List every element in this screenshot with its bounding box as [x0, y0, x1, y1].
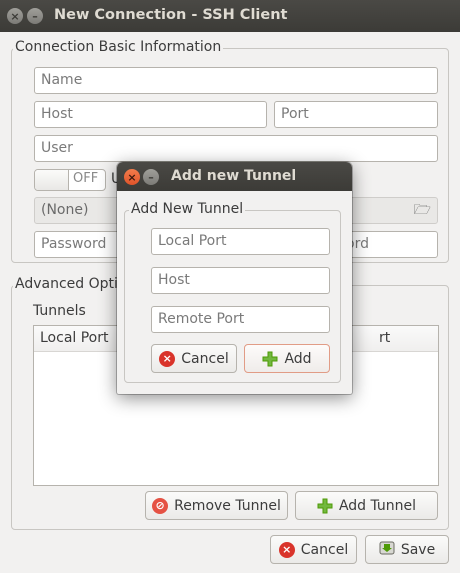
dialog-title: Add new Tunnel: [171, 168, 297, 184]
basic-info-label: Connection Basic Information: [13, 39, 224, 55]
save-button[interactable]: Save: [365, 535, 449, 564]
toggle-state-label: OFF: [73, 171, 99, 186]
name-input[interactable]: Name: [34, 67, 438, 94]
window-title: New Connection - SSH Client: [54, 7, 288, 23]
plus-icon: [317, 498, 333, 514]
window-close-button[interactable]: ×: [7, 8, 23, 24]
close-icon: ×: [10, 9, 20, 23]
dialog-close-button[interactable]: ×: [124, 169, 140, 185]
add-tunnel-label: Add Tunnel: [338, 497, 417, 514]
dialog-add-button[interactable]: Add: [244, 344, 330, 373]
host-input[interactable]: Host: [34, 101, 267, 128]
dialog-cancel-button[interactable]: × Cancel: [151, 344, 237, 373]
column-header-local-port[interactable]: Local Port: [40, 330, 109, 346]
cancel-button[interactable]: × Cancel: [270, 535, 357, 564]
dialog-host-input[interactable]: Host: [151, 267, 330, 294]
auth-toggle[interactable]: OFF: [34, 169, 106, 191]
tunnels-label: Tunnels: [33, 303, 86, 319]
key-file-value: (None): [41, 202, 89, 218]
add-tunnel-button[interactable]: Add Tunnel: [295, 491, 438, 520]
minimize-icon: –: [32, 9, 38, 23]
save-icon: [379, 540, 395, 560]
port-input[interactable]: Port: [274, 101, 438, 128]
window-minimize-button[interactable]: –: [27, 8, 43, 24]
toggle-knob: [35, 170, 69, 190]
dialog-titlebar: × – Add new Tunnel: [117, 162, 352, 191]
dialog-frame-label: Add New Tunnel: [129, 201, 246, 217]
window-titlebar: × – New Connection - SSH Client: [0, 0, 460, 32]
remove-tunnel-label: Remove Tunnel: [174, 497, 281, 514]
cancel-icon: ×: [278, 541, 295, 558]
column-header-remote-port[interactable]: rt: [379, 330, 390, 346]
close-icon: ×: [127, 170, 137, 184]
dialog-local-port-input[interactable]: Local Port: [151, 228, 330, 255]
cancel-label: Cancel: [300, 541, 349, 558]
cancel-icon: ×: [159, 350, 176, 367]
dialog-cancel-label: Cancel: [181, 350, 229, 367]
dialog-remote-port-input[interactable]: Remote Port: [151, 306, 330, 333]
plus-icon: [262, 351, 278, 367]
user-input[interactable]: User: [34, 135, 438, 162]
advanced-label: Advanced Optio: [13, 276, 129, 292]
add-tunnel-dialog[interactable]: × – Add new Tunnel Add New Tunnel Local …: [117, 162, 352, 394]
remove-tunnel-button[interactable]: ⊘ Remove Tunnel: [145, 491, 288, 520]
dialog-minimize-button[interactable]: –: [143, 169, 159, 185]
dialog-add-label: Add: [284, 350, 312, 367]
minimize-icon: –: [148, 170, 154, 184]
save-label: Save: [400, 541, 436, 558]
file-browse-icon[interactable]: 🗁: [414, 198, 431, 223]
no-entry-icon: ⊘: [152, 497, 169, 514]
